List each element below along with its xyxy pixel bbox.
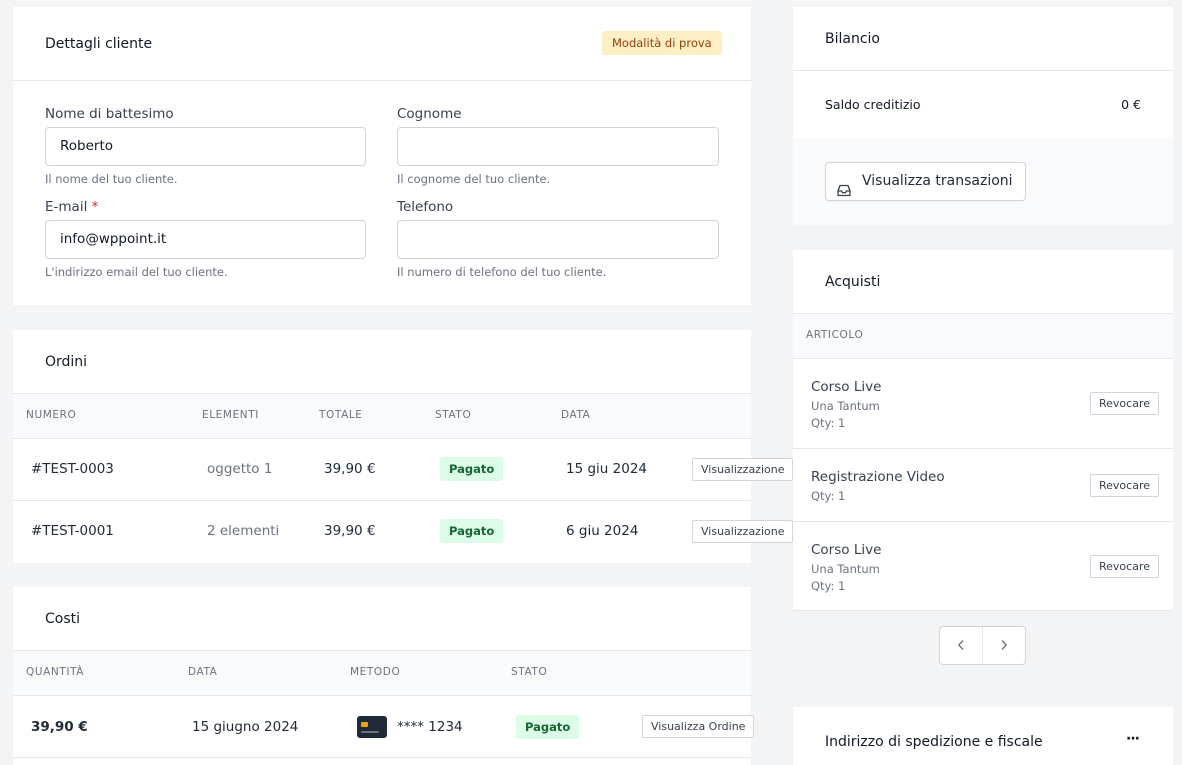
- last-name-label: Cognome: [397, 106, 462, 122]
- row-divider: [793, 521, 1173, 522]
- col-number: Numero: [26, 409, 77, 421]
- col-status: Stato: [511, 666, 548, 678]
- chevron-right-icon: [1000, 636, 1008, 655]
- order-total: 39,90 €: [324, 523, 376, 539]
- purchase-qty: Qty: 1: [811, 579, 846, 593]
- row-divider: [13, 757, 751, 758]
- order-items: oggetto 1: [207, 461, 273, 477]
- col-date: Data: [561, 409, 591, 421]
- divider: [13, 80, 751, 81]
- credit-balance-label: Saldo creditizio: [825, 97, 921, 112]
- next-page-button[interactable]: [982, 627, 1025, 664]
- purchase-type: Una Tantum: [811, 562, 880, 576]
- charges-title: Costi: [45, 611, 81, 627]
- revoke-button[interactable]: Revocare: [1090, 392, 1159, 415]
- first-name-label: Nome di battesimo: [45, 106, 174, 122]
- order-date: 15 giu 2024: [566, 461, 647, 477]
- status-badge: Pagato: [440, 457, 504, 481]
- shipping-title: Indirizzo di spedizione e fiscale: [825, 734, 1043, 750]
- first-name-help: Il nome del tuo cliente.: [45, 172, 178, 186]
- col-date: Data: [188, 666, 218, 678]
- orders-title: Ordini: [45, 354, 88, 370]
- charge-amount: 39,90 €: [31, 719, 88, 735]
- purchases-card: Acquisti Articolo Corso Live Una Tantum …: [793, 250, 1173, 611]
- charge-method: **** 1234: [397, 719, 463, 735]
- order-total: 39,90 €: [324, 461, 376, 477]
- col-article: Articolo: [806, 329, 864, 341]
- purchase-name: Corso Live: [811, 379, 882, 395]
- charge-date: 15 giugno 2024: [192, 719, 299, 735]
- view-order-button[interactable]: Visualizzazione: [692, 458, 794, 481]
- balance-card: Bilancio Saldo creditizio 0 € Visualizza…: [793, 7, 1173, 225]
- required-asterisk: *: [91, 199, 99, 215]
- phone-help: Il numero di telefono del tuo cliente.: [397, 265, 607, 279]
- col-status: Stato: [435, 409, 472, 421]
- customer-details-title: Dettagli cliente: [45, 36, 153, 52]
- email-label: E-mail *: [45, 199, 98, 215]
- orders-table-header: Numero Elementi Totale Stato Data: [13, 393, 751, 439]
- revoke-button[interactable]: Revocare: [1090, 474, 1159, 497]
- status-badge: Pagato: [440, 519, 504, 543]
- customer-details-card: Dettagli cliente Modalità di prova Nome …: [13, 7, 751, 305]
- shipping-card: Indirizzo di spedizione e fiscale ···: [793, 707, 1173, 765]
- purchase-qty: Qty: 1: [811, 489, 846, 503]
- col-total: Totale: [319, 409, 363, 421]
- phone-label: Telefono: [397, 199, 454, 215]
- charges-table-header: Quantità Data Metodo Stato: [13, 650, 751, 696]
- status-badge: Pagato: [516, 715, 580, 739]
- inbox-icon: [837, 175, 851, 212]
- chevron-left-icon: [957, 636, 965, 655]
- col-method: Metodo: [350, 666, 401, 678]
- order-number[interactable]: #TEST-0003: [31, 461, 114, 477]
- balance-title: Bilancio: [825, 31, 880, 47]
- email-help: L'indirizzo email del tuo cliente.: [45, 265, 228, 279]
- purchase-name: Registrazione Video: [811, 469, 945, 485]
- test-mode-badge: Modalità di prova: [602, 31, 722, 55]
- purchases-title: Acquisti: [825, 274, 881, 290]
- purchases-pagination: [939, 626, 1026, 665]
- charges-card: Costi Quantità Data Metodo Stato 39,90 €…: [13, 587, 755, 765]
- view-transactions-label: Visualizza transazioni: [862, 173, 1013, 189]
- purchases-table-header: Articolo: [793, 313, 1173, 359]
- credit-card-icon: [357, 716, 387, 742]
- revoke-button[interactable]: Revocare: [1090, 555, 1159, 578]
- divider: [793, 70, 1173, 71]
- order-date: 6 giu 2024: [566, 523, 639, 539]
- last-name-input[interactable]: [397, 127, 719, 166]
- col-amount: Quantità: [26, 666, 85, 678]
- view-order-button[interactable]: Visualizza Ordine: [642, 715, 755, 738]
- view-order-button[interactable]: Visualizzazione: [692, 520, 794, 543]
- order-items: 2 elementi: [207, 523, 280, 539]
- email-label-text: E-mail: [45, 199, 88, 215]
- purchase-qty: Qty: 1: [811, 416, 846, 430]
- order-number[interactable]: #TEST-0001: [31, 523, 114, 539]
- view-transactions-button[interactable]: Visualizza transazioni: [825, 162, 1026, 201]
- last-name-help: Il cognome del tuo cliente.: [397, 172, 551, 186]
- purchase-type: Una Tantum: [811, 399, 880, 413]
- purchase-name: Corso Live: [811, 542, 882, 558]
- row-divider: [13, 500, 751, 501]
- col-items: Elementi: [202, 409, 259, 421]
- email-input[interactable]: info@wppoint.it: [45, 220, 366, 259]
- orders-card: Ordini Numero Elementi Totale Stato Data…: [13, 330, 794, 563]
- row-divider: [793, 448, 1173, 449]
- first-name-input[interactable]: Roberto: [45, 127, 366, 166]
- more-icon[interactable]: ···: [1126, 731, 1140, 747]
- phone-input[interactable]: [397, 220, 719, 259]
- credit-balance-value: 0 €: [1121, 97, 1141, 112]
- prev-page-button[interactable]: [940, 627, 982, 664]
